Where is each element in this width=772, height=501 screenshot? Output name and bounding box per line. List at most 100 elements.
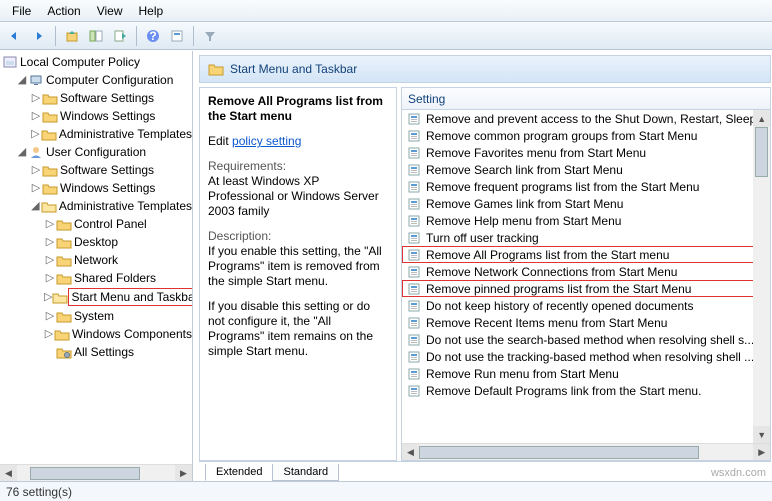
tree-folder[interactable]: ▷Network — [2, 251, 192, 269]
tree-folder[interactable]: ▷Administrative Templates — [2, 125, 192, 143]
setting-row[interactable]: Do not keep history of recently opened d… — [402, 297, 770, 314]
setting-row[interactable]: Remove Search link from Start Menu — [402, 161, 770, 178]
setting-row[interactable]: Remove Favorites menu from Start Menu — [402, 144, 770, 161]
tree-pane: Local Computer Policy ◢ Computer Configu… — [0, 51, 193, 481]
collapse-icon[interactable]: ◢ — [16, 72, 28, 88]
setting-row[interactable]: Remove Default Programs link from the St… — [402, 382, 770, 399]
setting-icon — [406, 299, 422, 313]
setting-row[interactable]: Do not use the search-based method when … — [402, 331, 770, 348]
expand-icon[interactable]: ▷ — [44, 252, 56, 268]
tab-extended[interactable]: Extended — [205, 464, 273, 481]
expand-icon[interactable]: ▷ — [30, 180, 42, 196]
show-hide-tree-button[interactable] — [85, 25, 107, 47]
setting-row[interactable]: Remove pinned programs list from the Sta… — [402, 280, 770, 297]
collapse-icon[interactable]: ◢ — [30, 198, 41, 214]
expand-icon[interactable]: ▷ — [30, 108, 42, 124]
setting-row[interactable]: Remove Help menu from Start Menu — [402, 212, 770, 229]
scroll-right-arrow[interactable]: ▶ — [175, 465, 192, 481]
tree-computer-config[interactable]: ◢ Computer Configuration — [2, 71, 192, 89]
toolbar-separator — [193, 26, 194, 46]
filter-button[interactable] — [199, 25, 221, 47]
menu-view[interactable]: View — [89, 2, 131, 20]
tab-standard[interactable]: Standard — [272, 464, 339, 481]
scroll-left-arrow[interactable]: ◀ — [402, 444, 419, 460]
column-header-setting[interactable]: Setting — [402, 88, 770, 110]
folder-icon — [42, 181, 58, 195]
tree-folder[interactable]: ◢Administrative Templates — [2, 197, 192, 215]
tree-folder[interactable]: ▷Software Settings — [2, 161, 192, 179]
setting-row[interactable]: Remove Run menu from Start Menu — [402, 365, 770, 382]
scroll-up-arrow[interactable]: ▲ — [753, 110, 770, 127]
scroll-thumb[interactable] — [755, 127, 768, 177]
expand-icon[interactable]: ▷ — [44, 289, 52, 305]
setting-row[interactable]: Remove frequent programs list from the S… — [402, 178, 770, 195]
status-text: 76 setting(s) — [6, 485, 72, 499]
tree-folder[interactable]: ▷Software Settings — [2, 89, 192, 107]
expand-icon[interactable]: ▷ — [30, 90, 42, 106]
folder-icon — [54, 327, 70, 341]
tree-folder[interactable]: ▷Windows Components — [2, 325, 192, 343]
expand-icon[interactable]: ▷ — [44, 216, 56, 232]
tree-label: System — [72, 308, 114, 324]
expand-icon[interactable]: ▷ — [30, 162, 42, 178]
tree-folder[interactable]: ▷Windows Settings — [2, 107, 192, 125]
expand-icon[interactable]: ▷ — [44, 308, 56, 324]
tree-folder[interactable]: ▷Shared Folders — [2, 269, 192, 287]
tree-folder[interactable]: ▷Start Menu and Taskbar — [2, 287, 192, 307]
expand-icon[interactable]: ▷ — [44, 326, 54, 342]
menu-file[interactable]: File — [4, 2, 39, 20]
policy-icon — [2, 55, 18, 69]
tree-folder[interactable]: ▷Windows Settings — [2, 179, 192, 197]
setting-row[interactable]: Remove Network Connections from Start Me… — [402, 263, 770, 280]
setting-icon — [406, 163, 422, 177]
menu-help[interactable]: Help — [131, 2, 172, 20]
setting-row[interactable]: Remove Recent Items menu from Start Menu — [402, 314, 770, 331]
help-button[interactable]: ? — [142, 25, 164, 47]
scroll-down-arrow[interactable]: ▼ — [753, 426, 770, 443]
back-button[interactable] — [4, 25, 26, 47]
up-button[interactable] — [61, 25, 83, 47]
setting-title: Remove All Programs list from the Start … — [208, 94, 388, 124]
setting-label: Remove Help menu from Start Menu — [426, 214, 621, 228]
tree-folder[interactable]: All Settings — [2, 343, 192, 361]
edit-prefix: Edit — [208, 134, 229, 148]
scroll-left-arrow[interactable]: ◀ — [0, 465, 17, 481]
scroll-thumb[interactable] — [30, 467, 140, 480]
setting-row[interactable]: Remove common program groups from Start … — [402, 127, 770, 144]
setting-row[interactable]: Turn off user tracking — [402, 229, 770, 246]
description-label: Description: — [208, 229, 388, 244]
toolbar: ? — [0, 22, 772, 50]
computer-icon — [28, 73, 44, 87]
setting-label: Remove Default Programs link from the St… — [426, 384, 701, 398]
menu-action[interactable]: Action — [39, 2, 88, 20]
setting-label: Remove Run menu from Start Menu — [426, 367, 619, 381]
setting-label: Remove Favorites menu from Start Menu — [426, 146, 646, 160]
setting-row[interactable]: Remove and prevent access to the Shut Do… — [402, 110, 770, 127]
tree-user-config[interactable]: ◢ User Configuration — [2, 143, 192, 161]
list-horizontal-scrollbar[interactable]: ◀ ▶ — [402, 443, 770, 460]
tree-folder[interactable]: ▷Control Panel — [2, 215, 192, 233]
tree-root[interactable]: Local Computer Policy — [2, 53, 192, 71]
tree-folder[interactable]: ▷ System — [2, 307, 192, 325]
scroll-thumb[interactable] — [419, 446, 699, 459]
tree-folder[interactable]: ▷Desktop — [2, 233, 192, 251]
action-icon[interactable] — [166, 25, 188, 47]
export-button[interactable] — [109, 25, 131, 47]
forward-button[interactable] — [28, 25, 50, 47]
list-vertical-scrollbar[interactable]: ▲ ▼ — [753, 110, 770, 443]
scroll-right-arrow[interactable]: ▶ — [753, 444, 770, 460]
tree-horizontal-scrollbar[interactable]: ◀ ▶ — [0, 464, 192, 481]
description-body-1: If you enable this setting, the "All Pro… — [208, 244, 388, 289]
edit-policy-link[interactable]: policy setting — [232, 134, 301, 148]
setting-row[interactable]: Do not use the tracking-based method whe… — [402, 348, 770, 365]
expand-icon[interactable]: ▷ — [44, 270, 56, 286]
setting-row[interactable]: Remove Games link from Start Menu — [402, 195, 770, 212]
expand-icon[interactable]: ▷ — [44, 234, 56, 250]
collapse-icon[interactable]: ◢ — [16, 144, 28, 160]
policy-tree[interactable]: Local Computer Policy ◢ Computer Configu… — [0, 51, 192, 464]
expand-icon[interactable]: ▷ — [30, 126, 41, 142]
setting-label: Remove All Programs list from the Start … — [426, 248, 669, 262]
setting-row[interactable]: Remove All Programs list from the Start … — [402, 246, 770, 263]
header-title: Start Menu and Taskbar — [230, 62, 357, 76]
settings-rows[interactable]: Remove and prevent access to the Shut Do… — [402, 110, 770, 443]
